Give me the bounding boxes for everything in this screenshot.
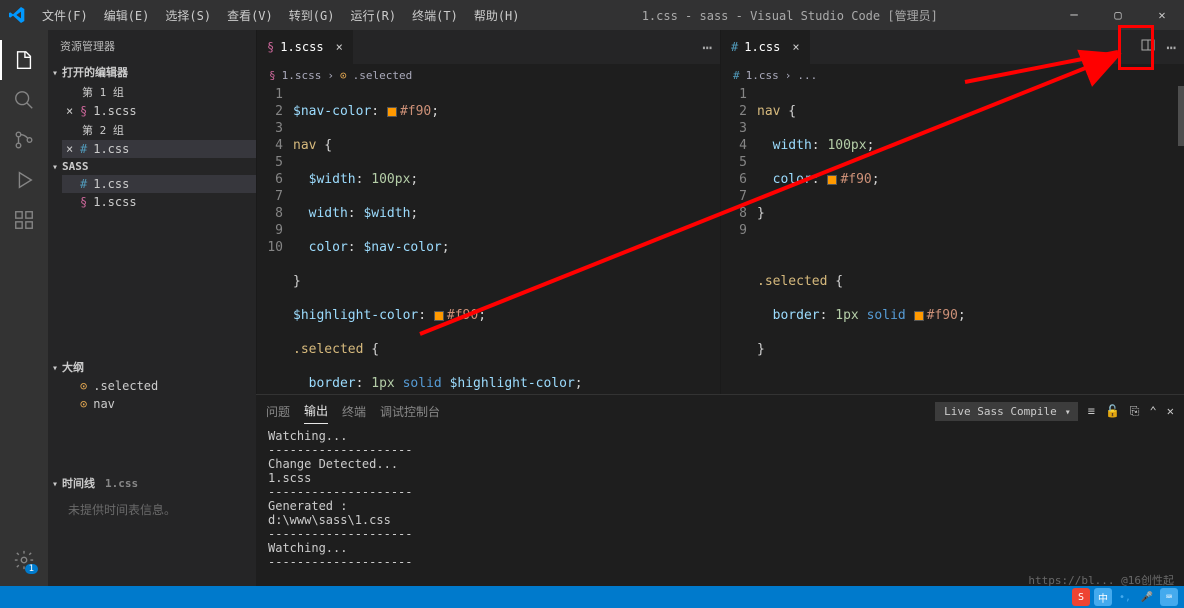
window-title: 1.css - sass - Visual Studio Code [管理员]: [528, 7, 1053, 24]
editor-group-1[interactable]: 第 1 组: [62, 82, 256, 102]
vertical-scrollbar[interactable]: [1178, 86, 1184, 146]
menu-go[interactable]: 转到(G): [281, 7, 343, 24]
activity-bar: 1: [0, 30, 48, 586]
minimap-left[interactable]: [660, 86, 720, 394]
window-controls: ─ ▢ ✕: [1052, 0, 1184, 30]
timeline-empty-message: 未提供时间表信息。: [48, 493, 256, 526]
explorer-title: 资源管理器: [48, 30, 256, 62]
menu-run[interactable]: 运行(R): [342, 7, 404, 24]
gutter-left: 12345678910: [257, 86, 293, 394]
folder-sass-section[interactable]: SASS: [48, 158, 256, 175]
menu-edit[interactable]: 编辑(E): [96, 7, 158, 24]
menu-file[interactable]: 文件(F): [34, 7, 96, 24]
activity-extensions-icon[interactable]: [0, 200, 48, 240]
outline-item-nav[interactable]: ⊙nav: [62, 395, 256, 413]
panel-chevron-up-icon[interactable]: ⌃: [1150, 404, 1157, 418]
clear-output-icon[interactable]: ≡: [1088, 404, 1095, 418]
breadcrumb-right[interactable]: #1.css › ...: [721, 64, 1184, 86]
panel-tabs: 问题 输出 终端 调试控制台 Live Sass Compile ≡ 🔓 ⎘ ⌃…: [256, 395, 1184, 427]
panel-tab-output[interactable]: 输出: [304, 398, 328, 424]
open-editor-scss[interactable]: ×§1.scss: [62, 102, 256, 120]
tray-ime-icon[interactable]: 中: [1094, 588, 1112, 606]
code-body-css[interactable]: nav { width: 100px; color: #f90; } .sele…: [757, 86, 1184, 394]
tray-mic-icon[interactable]: 🎤: [1138, 588, 1156, 606]
tray-sogou-icon[interactable]: S: [1072, 588, 1090, 606]
breadcrumb-left[interactable]: §1.scss › ⊙.selected: [257, 64, 720, 86]
open-editor-css[interactable]: ×#1.css: [62, 140, 256, 158]
minimap-right[interactable]: [1124, 86, 1184, 394]
open-editors-section[interactable]: 打开的编辑器: [48, 62, 256, 82]
system-tray: S 中 •, 🎤 ⌨: [1072, 588, 1178, 606]
menu-help[interactable]: 帮助(H): [466, 7, 528, 24]
watermark-text: https://bl... @16创性起: [1028, 572, 1174, 588]
lock-scroll-icon[interactable]: 🔓: [1105, 404, 1120, 418]
more-actions-icon[interactable]: ⋯: [1166, 38, 1176, 57]
sidebar-explorer: 资源管理器 打开的编辑器 第 1 组 ×§1.scss 第 2 组 ×#1.cs…: [48, 30, 256, 586]
tray-punct-icon[interactable]: •,: [1116, 588, 1134, 606]
settings-badge: 1: [25, 564, 38, 574]
gutter-right: 123456789: [721, 86, 757, 394]
tab-css[interactable]: #1.css×: [721, 30, 811, 64]
tab-close-icon[interactable]: ×: [336, 40, 343, 54]
editor-pane-right: #1.css× ⋯ #1.css › ... 123456789 nav { w…: [720, 30, 1184, 394]
code-editor-css[interactable]: 123456789 nav { width: 100px; color: #f9…: [721, 86, 1184, 394]
tabs-right: #1.css× ⋯: [721, 30, 1184, 64]
close-button[interactable]: ✕: [1140, 0, 1184, 30]
outline-section[interactable]: 大纲: [48, 357, 256, 377]
menu-view[interactable]: 查看(V): [219, 7, 281, 24]
editor-pane-left: §1.scss× ⋯ §1.scss › ⊙.selected 12345678…: [256, 30, 720, 394]
open-log-icon[interactable]: ⎘: [1130, 404, 1140, 419]
code-editor-scss[interactable]: 12345678910 $nav-color: #f90; nav { $wid…: [257, 86, 720, 394]
outline-item-selected[interactable]: ⊙.selected: [62, 377, 256, 395]
menu-bar: 文件(F) 编辑(E) 选择(S) 查看(V) 转到(G) 运行(R) 终端(T…: [34, 7, 528, 24]
status-bar[interactable]: [0, 586, 1184, 608]
tabs-left: §1.scss× ⋯: [257, 30, 720, 64]
bottom-panel: 问题 输出 终端 调试控制台 Live Sass Compile ≡ 🔓 ⎘ ⌃…: [256, 394, 1184, 586]
activity-debug-icon[interactable]: [0, 160, 48, 200]
tray-keyboard-icon[interactable]: ⌨: [1160, 588, 1178, 606]
tab-scss[interactable]: §1.scss×: [257, 30, 354, 64]
panel-tab-problems[interactable]: 问题: [266, 399, 290, 424]
output-channel-select[interactable]: Live Sass Compile: [935, 402, 1078, 421]
minimize-button[interactable]: ─: [1052, 0, 1096, 30]
split-editor-icon[interactable]: [1140, 37, 1156, 57]
activity-explorer-icon[interactable]: [0, 40, 48, 80]
file-css[interactable]: #1.css: [62, 175, 256, 193]
title-bar: 文件(F) 编辑(E) 选择(S) 查看(V) 转到(G) 运行(R) 终端(T…: [0, 0, 1184, 30]
menu-terminal[interactable]: 终端(T): [404, 7, 466, 24]
activity-search-icon[interactable]: [0, 80, 48, 120]
panel-tab-debug-console[interactable]: 调试控制台: [380, 399, 440, 424]
code-body-scss[interactable]: $nav-color: #f90; nav { $width: 100px; w…: [293, 86, 720, 394]
panel-tab-terminal[interactable]: 终端: [342, 399, 366, 424]
activity-scm-icon[interactable]: [0, 120, 48, 160]
timeline-section[interactable]: 时间线1.css: [48, 473, 256, 493]
tab-close-icon[interactable]: ×: [792, 40, 799, 54]
vscode-logo-icon: [0, 7, 34, 23]
more-actions-icon[interactable]: ⋯: [702, 38, 712, 57]
activity-settings-icon[interactable]: 1: [0, 540, 48, 580]
menu-selection[interactable]: 选择(S): [157, 7, 219, 24]
maximize-button[interactable]: ▢: [1096, 0, 1140, 30]
file-scss[interactable]: §1.scss: [62, 193, 256, 211]
output-panel-body[interactable]: Watching... -------------------- Change …: [256, 427, 1184, 586]
panel-close-icon[interactable]: ✕: [1167, 404, 1174, 418]
editor-group-2[interactable]: 第 2 组: [62, 120, 256, 140]
